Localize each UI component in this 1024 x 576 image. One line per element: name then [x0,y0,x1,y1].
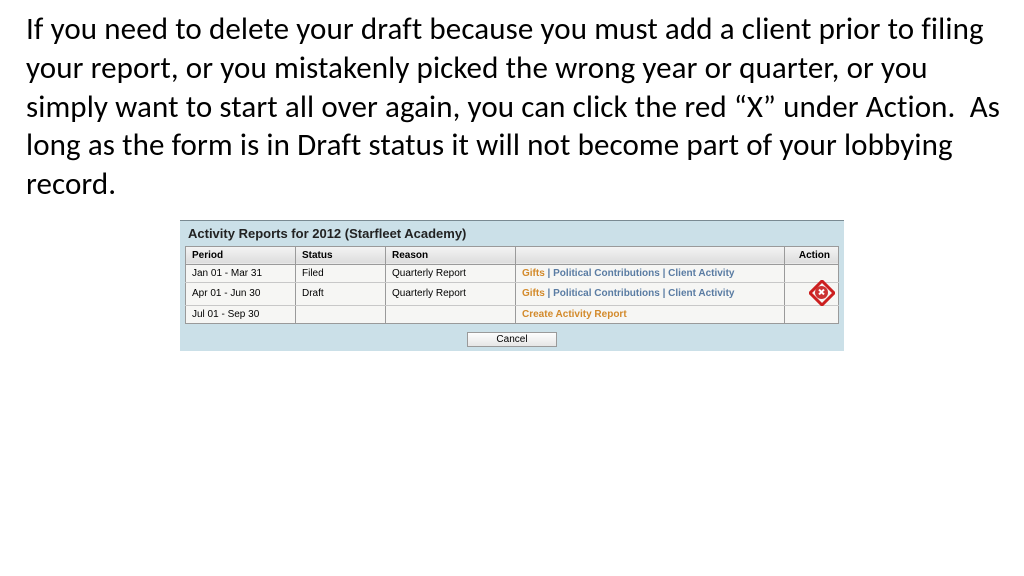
cell-links: Gifts | Political Contributions | Client… [516,282,785,305]
col-links [516,246,785,264]
col-status: Status [296,246,386,264]
link-political-contributions[interactable]: Political Contributions [553,288,660,299]
cell-period: Jan 01 - Mar 31 [186,264,296,282]
table-row: Jul 01 - Sep 30 Create Activity Report [186,305,839,323]
cell-links: Gifts | Political Contributions | Client… [516,264,785,282]
cell-period: Jul 01 - Sep 30 [186,305,296,323]
link-political-contributions[interactable]: Political Contributions [553,268,660,279]
cell-status: Filed [296,264,386,282]
cell-links: Create Activity Report [516,305,785,323]
reports-table: Period Status Reason Action Jan 01 - Mar… [185,246,839,324]
link-create-activity-report[interactable]: Create Activity Report [522,309,627,320]
link-sep: | [545,288,553,299]
cell-status: Draft [296,282,386,305]
link-sep: | [660,268,668,279]
cell-reason: Quarterly Report [386,282,516,305]
cell-action [785,282,839,305]
link-sep: | [660,288,668,299]
table-header-row: Period Status Reason Action [186,246,839,264]
col-action: Action [785,246,839,264]
cell-action [785,305,839,323]
link-client-activity[interactable]: Client Activity [668,268,734,279]
panel-title: Activity Reports for 2012 (Starfleet Aca… [180,221,844,246]
cell-reason: Quarterly Report [386,264,516,282]
table-row: Apr 01 - Jun 30 Draft Quarterly Report G… [186,282,839,305]
instruction-paragraph: If you need to delete your draft because… [0,0,1024,210]
col-period: Period [186,246,296,264]
cell-action [785,264,839,282]
table-row: Jan 01 - Mar 31 Filed Quarterly Report G… [186,264,839,282]
button-bar: Cancel [180,324,844,351]
cell-status [296,305,386,323]
link-gifts[interactable]: Gifts [522,288,545,299]
cell-period: Apr 01 - Jun 30 [186,282,296,305]
link-gifts[interactable]: Gifts [522,268,545,279]
delete-x-icon[interactable] [815,286,828,299]
col-reason: Reason [386,246,516,264]
link-client-activity[interactable]: Client Activity [668,288,734,299]
cancel-button[interactable]: Cancel [467,332,556,347]
activity-reports-panel: Activity Reports for 2012 (Starfleet Aca… [180,220,844,351]
delete-wrap [808,286,828,302]
cell-reason [386,305,516,323]
link-sep: | [545,268,553,279]
